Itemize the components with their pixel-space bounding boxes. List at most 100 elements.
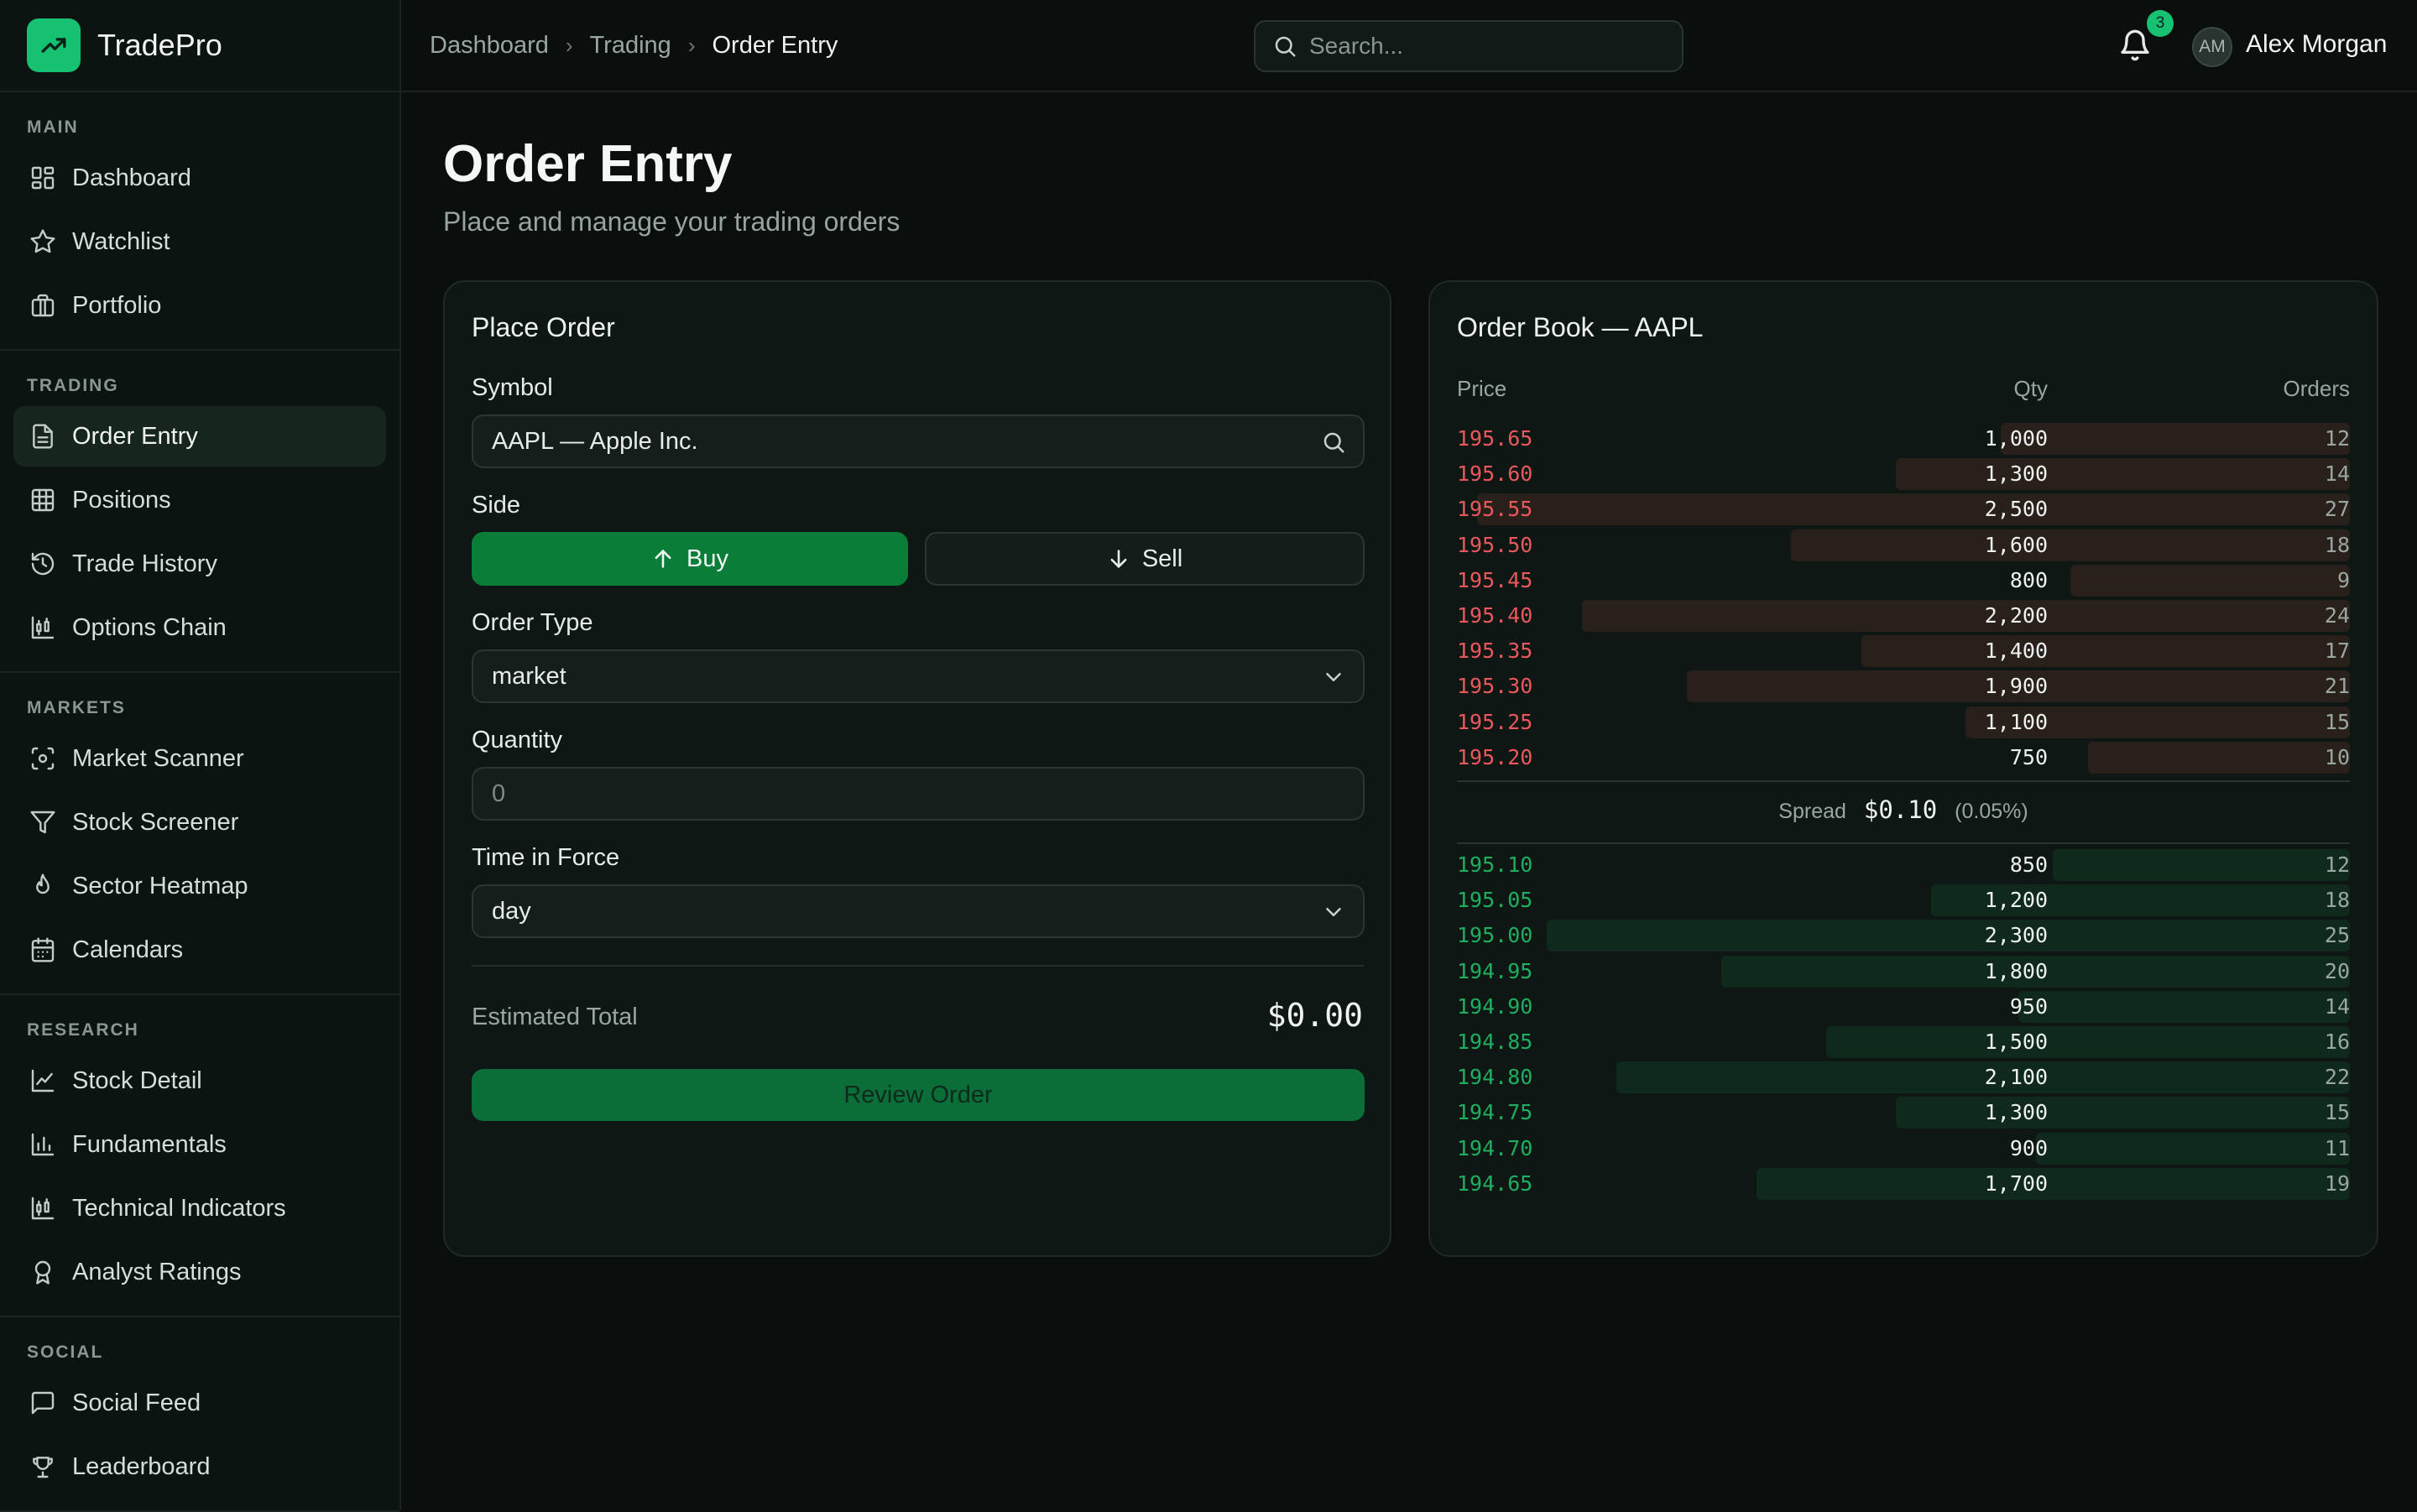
search-box[interactable] [1254, 20, 1684, 72]
sidebar-item-positions[interactable]: Positions [13, 470, 386, 530]
spread-label: Spread [1778, 800, 1846, 823]
sidebar-item-dashboard[interactable]: Dashboard [13, 148, 386, 208]
place-order-card: Place Order Symbol AAPL — Apple Inc. Sid… [443, 280, 1391, 1257]
chevron-right-icon: › [687, 32, 696, 58]
sidebar-item-label: Positions [72, 486, 171, 514]
ask-depth-bar [2001, 423, 2350, 455]
ask-row[interactable]: 195.45 800 9 [1457, 563, 2350, 597]
ask-depth-bar [1791, 529, 2350, 561]
bid-row[interactable]: 195.10 850 12 [1457, 847, 2350, 881]
ask-row[interactable]: 195.25 1,100 15 [1457, 705, 2350, 738]
bid-row[interactable]: 194.85 1,500 16 [1457, 1025, 2350, 1058]
search-icon[interactable] [1321, 430, 1346, 455]
orders-header: Orders [2283, 376, 2350, 401]
breadcrumb-trading[interactable]: Trading [590, 32, 671, 60]
ask-qty: 800 [2009, 567, 2048, 592]
bid-qty: 1,800 [1984, 958, 2048, 983]
sidebar-item-label: Social Feed [72, 1389, 201, 1416]
sidebar-item-stock-screener[interactable]: Stock Screener [13, 792, 386, 852]
ask-depth-bar [1861, 635, 2350, 668]
sidebar-item-technical-indicators[interactable]: Technical Indicators [13, 1178, 386, 1238]
spread-row: Spread $0.10 (0.05%) [1457, 795, 2350, 824]
sidebar-item-label: Stock Detail [72, 1066, 202, 1094]
order-type-label: Order Type [472, 609, 593, 636]
spread-percent: (0.05%) [1955, 800, 2028, 823]
ask-orders: 18 [2324, 532, 2350, 557]
sidebar-item-trade-history[interactable]: Trade History [13, 534, 386, 594]
price-header: Price [1457, 376, 1507, 401]
brand[interactable]: TradePro [0, 0, 399, 92]
search-input[interactable] [1308, 32, 1647, 60]
ask-row[interactable]: 195.40 2,200 24 [1457, 598, 2350, 632]
ask-price: 195.35 [1457, 639, 1533, 664]
ask-row[interactable]: 195.35 1,400 17 [1457, 633, 2350, 668]
sidebar-item-analyst-ratings[interactable]: Analyst Ratings [13, 1242, 386, 1302]
bid-row[interactable]: 195.05 1,200 18 [1457, 883, 2350, 917]
ask-row[interactable]: 195.55 2,500 27 [1457, 492, 2350, 526]
sidebar-item-order-entry[interactable]: Order Entry [13, 406, 386, 467]
bid-orders: 22 [2324, 1065, 2350, 1090]
ask-orders: 14 [2324, 461, 2350, 487]
ask-qty: 1,100 [1984, 709, 2048, 734]
bid-qty: 1,200 [1984, 888, 2048, 913]
ask-row[interactable]: 195.60 1,300 14 [1457, 456, 2350, 491]
avatar[interactable]: AM [2192, 27, 2232, 67]
candlestick-icon [29, 613, 57, 642]
quantity-input[interactable]: 0 [472, 767, 1365, 821]
bid-row[interactable]: 194.70 900 11 [1457, 1131, 2350, 1165]
sidebar-item-options-chain[interactable]: Options Chain [13, 597, 386, 658]
ask-orders: 15 [2324, 709, 2350, 734]
bell-icon[interactable] [2118, 29, 2152, 62]
qty-header: Qty [2013, 376, 2048, 401]
sidebar-item-calendars[interactable]: Calendars [13, 920, 386, 980]
ask-row[interactable]: 195.30 1,900 21 [1457, 669, 2350, 703]
sidebar-item-fundamentals[interactable]: Fundamentals [13, 1114, 386, 1175]
symbol-input[interactable]: AAPL — Apple Inc. [472, 414, 1365, 468]
sidebar-item-portfolio[interactable]: Portfolio [13, 275, 386, 336]
ask-price: 195.60 [1457, 461, 1533, 487]
bid-row[interactable]: 194.80 2,100 22 [1457, 1060, 2350, 1094]
review-order-button[interactable]: Review Order [472, 1069, 1365, 1121]
sidebar-item-social-feed[interactable]: Social Feed [13, 1373, 386, 1433]
order-type-select[interactable]: market [472, 649, 1365, 703]
bid-row[interactable]: 194.75 1,300 15 [1457, 1095, 2350, 1129]
ask-row[interactable]: 195.65 1,000 12 [1457, 421, 2350, 455]
bid-row[interactable]: 194.95 1,800 20 [1457, 954, 2350, 988]
order-book-card: Order Book — AAPL Price Qty Orders Sprea… [1428, 280, 2378, 1257]
sidebar-item-stock-detail[interactable]: Stock Detail [13, 1051, 386, 1111]
bid-depth-bar [1616, 1061, 2350, 1094]
buy-button[interactable]: Buy [472, 532, 908, 586]
bid-row[interactable]: 194.90 950 14 [1457, 989, 2350, 1023]
bid-row[interactable]: 194.65 1,700 19 [1457, 1166, 2350, 1200]
sell-button[interactable]: Sell [925, 532, 1365, 586]
ask-row[interactable]: 195.50 1,600 18 [1457, 528, 2350, 561]
award-icon [29, 1258, 57, 1286]
ask-orders: 17 [2324, 639, 2350, 664]
sidebar-item-sector-heatmap[interactable]: Sector Heatmap [13, 856, 386, 916]
bid-qty: 850 [2009, 852, 2048, 877]
ask-orders: 10 [2324, 744, 2350, 769]
bid-qty: 1,300 [1984, 1100, 2048, 1125]
bid-row[interactable]: 195.00 2,300 25 [1457, 918, 2350, 952]
place-order-title: Place Order [472, 312, 615, 342]
nav-section-title: SOCIAL [27, 1343, 104, 1362]
ask-price: 195.50 [1457, 532, 1533, 557]
time-in-force-select[interactable]: day [472, 884, 1365, 938]
estimated-total-value: $0.00 [1266, 997, 1363, 1034]
sidebar-item-leaderboard[interactable]: Leaderboard [13, 1436, 386, 1497]
breadcrumb-dashboard[interactable]: Dashboard [430, 32, 549, 60]
bid-price: 194.65 [1457, 1170, 1533, 1196]
brand-name: TradePro [97, 28, 222, 62]
page-subtitle: Place and manage your trading orders [443, 206, 901, 237]
sidebar-item-label: Stock Screener [72, 808, 239, 836]
bid-qty: 950 [2009, 993, 2048, 1019]
ask-orders: 21 [2324, 674, 2350, 699]
bid-price: 194.70 [1457, 1135, 1533, 1160]
sidebar-item-watchlist[interactable]: Watchlist [13, 211, 386, 272]
side-label: Side [472, 492, 521, 519]
sidebar-item-market-scanner[interactable]: Market Scanner [13, 728, 386, 789]
ask-depth-bar [1582, 600, 2350, 632]
nav-section-title: TRADING [27, 376, 119, 395]
user-name[interactable]: Alex Morgan [2246, 30, 2387, 59]
ask-row[interactable]: 195.20 750 10 [1457, 740, 2350, 774]
